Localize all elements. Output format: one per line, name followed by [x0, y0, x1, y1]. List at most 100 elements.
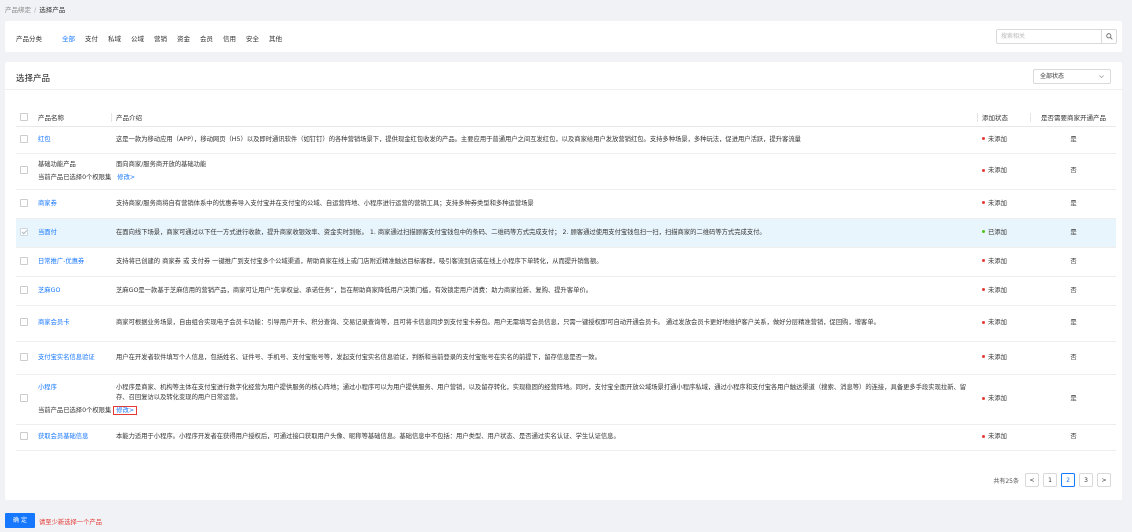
- product-name-link[interactable]: 当面付: [38, 229, 57, 236]
- chevron-down-icon: [1099, 75, 1104, 79]
- edit-permission-link[interactable]: 修改>: [117, 174, 135, 181]
- product-name-link[interactable]: 商家券: [38, 200, 57, 207]
- page-title: 选择产品: [16, 74, 51, 84]
- breadcrumb-parent[interactable]: 产品绑定: [5, 6, 31, 14]
- pagination-page-2[interactable]: 2: [1061, 473, 1075, 487]
- validation-hint: 请至少新选择一个产品: [39, 519, 102, 526]
- merchant-activation: 否: [1031, 247, 1116, 277]
- permission-set-text: 当前产品已选择0个权限集: [38, 406, 112, 414]
- product-name-link[interactable]: 红包: [38, 136, 51, 143]
- row-checkbox[interactable]: [20, 318, 28, 326]
- category-label: 产品分类: [16, 35, 42, 43]
- row-checkbox[interactable]: [20, 285, 28, 294]
- add-status: 未添加: [988, 286, 1007, 294]
- product-intro: 商家可根据业务场景，自由组合实现电子会员卡功能：引导用户开卡、积分查询、交易记录…: [112, 305, 978, 342]
- product-intro: 用户在开发者软件填写个人信息，包括姓名、证件号、手机号、支付宝账号等，发起支付宝…: [112, 341, 978, 375]
- category-marketing[interactable]: 营销: [154, 33, 167, 43]
- product-intro: 芝麻GO是一款基于芝麻信用的营销产品，商家可让用户“先享权益、承诺任务”，旨在帮…: [112, 276, 978, 306]
- table-header-row: 产品名称 产品介绍 添加状态 是否需要商家开通产品: [16, 108, 1116, 127]
- merchant-activation: 否: [1031, 276, 1116, 306]
- row-checkbox[interactable]: [20, 394, 28, 402]
- status-dot: [982, 320, 985, 324]
- breadcrumb: 产品绑定 / 选择产品: [5, 4, 65, 14]
- table-row[interactable]: 基础功能产品 面向商家/服务商开放的基础功能 当前产品已选择0个权限集 修改> 未添…: [16, 153, 1116, 190]
- add-status: 未添加: [988, 199, 1007, 207]
- header-product-name: 产品名称: [34, 108, 112, 127]
- table-row[interactable]: 小程序 小程序是商家、机构等主体在支付宝进行数字化经营为用户提供服务的核心阵地；通…: [16, 374, 1116, 425]
- title-divider: [5, 89, 1122, 90]
- row-checkbox[interactable]: [20, 256, 28, 265]
- add-status: 已添加: [988, 228, 1007, 236]
- product-intro: 本能力适用于小程序。小程序开发者在获得用户授权后，可通过接口获取用户头像、昵称等…: [112, 424, 978, 451]
- pagination-prev-button[interactable]: <: [1025, 473, 1039, 487]
- permission-set-info: 当前产品已选择0个权限集 修改>: [38, 405, 974, 416]
- merchant-activation: 是: [1031, 189, 1116, 219]
- footer-bar: 确 定 请至少新选择一个产品: [0, 510, 1132, 532]
- status-dot: [982, 168, 985, 172]
- merchant-activation: 是: [1031, 305, 1116, 342]
- search-box: [996, 29, 1117, 44]
- product-table: 产品名称 产品介绍 添加状态 是否需要商家开通产品 红包 这是一款为移动应用（A…: [16, 108, 1116, 451]
- row-checkbox[interactable]: [20, 432, 28, 440]
- product-name-link[interactable]: 支付宝实名信息验证: [38, 354, 95, 361]
- table-row[interactable]: 当面付 在面向线下场景，商家可通过以下任一方式进行收款，提升商家收银效率、资金实…: [16, 218, 1116, 248]
- status-dot: [982, 434, 985, 438]
- product-name-link[interactable]: 日常推广-优惠券: [38, 258, 84, 265]
- table-row[interactable]: 商家券 支持商家/服务商将自有营销体系中的优惠券导入支付宝并在支付宝的公域、自运…: [16, 189, 1116, 219]
- row-checkbox[interactable]: [20, 198, 28, 207]
- merchant-activation: 否: [1031, 341, 1116, 375]
- add-status: 未添加: [988, 319, 1007, 326]
- status-dot: [982, 355, 985, 358]
- header-merchant-activation: 是否需要商家开通产品: [1031, 108, 1116, 127]
- add-status: 未添加: [988, 257, 1007, 265]
- add-status: 未添加: [988, 395, 1007, 402]
- search-button[interactable]: [1101, 30, 1116, 43]
- select-all-checkbox[interactable]: [20, 112, 28, 121]
- row-checkbox-checked[interactable]: [20, 227, 28, 236]
- confirm-button[interactable]: 确 定: [5, 513, 35, 528]
- category-membership[interactable]: 会员: [200, 33, 213, 43]
- category-credit[interactable]: 信用: [223, 33, 236, 43]
- status-dot: [982, 201, 985, 204]
- table-row[interactable]: 芝麻GO 芝麻GO是一款基于芝麻信用的营销产品，商家可让用户“先享权益、承诺任务…: [16, 276, 1116, 306]
- row-checkbox[interactable]: [20, 352, 28, 361]
- category-private-domain[interactable]: 私域: [108, 33, 121, 43]
- product-name-link[interactable]: 获取会员基础信息: [38, 433, 88, 440]
- category-security[interactable]: 安全: [246, 33, 259, 43]
- row-checkbox[interactable]: [20, 166, 28, 174]
- category-filter-bar: 产品分类 全部 支付 私域 公域 营销 资金 会员 信用 安全 其他: [5, 21, 1122, 52]
- product-intro: 这是一款为移动应用（APP），移动网页（H5）以及即时通讯软件（如钉钉）的各种营…: [112, 126, 978, 154]
- header-add-status: 添加状态: [978, 108, 1031, 127]
- category-payment[interactable]: 支付: [85, 33, 98, 43]
- product-name-link[interactable]: 芝麻GO: [38, 287, 60, 294]
- add-status: 未添加: [988, 353, 1007, 361]
- merchant-activation: 否: [1031, 153, 1116, 190]
- edit-permission-link[interactable]: 修改>: [113, 405, 138, 415]
- pagination-next-button[interactable]: >: [1097, 473, 1111, 487]
- add-status: 未添加: [988, 167, 1007, 174]
- product-intro: 面向商家/服务商开放的基础功能: [116, 160, 207, 168]
- product-intro: 支持商家/服务商将自有营销体系中的优惠券导入支付宝并在支付宝的公域、自运营阵地、…: [112, 189, 978, 219]
- permission-set-text: 当前产品已选择0个权限集: [38, 173, 112, 181]
- status-dot: [982, 137, 985, 140]
- pagination-page-1[interactable]: 1: [1043, 473, 1057, 487]
- search-input[interactable]: [997, 30, 1101, 43]
- category-other[interactable]: 其他: [269, 33, 282, 43]
- table-row[interactable]: 日常推广-优惠券 支持将已创建的 商家券 或 支付券 一键推广到支付宝多个公域渠…: [16, 247, 1116, 277]
- product-name-link[interactable]: 商家会员卡: [38, 319, 69, 326]
- table-row[interactable]: 红包 这是一款为移动应用（APP），移动网页（H5）以及即时通讯软件（如钉钉）的…: [16, 126, 1116, 154]
- category-funds[interactable]: 资金: [177, 33, 190, 43]
- table-row[interactable]: 商家会员卡 商家可根据业务场景，自由组合实现电子会员卡功能：引导用户开卡、积分查…: [16, 305, 1116, 342]
- product-name-link[interactable]: 小程序: [38, 383, 112, 403]
- status-filter-select[interactable]: 全部状态: [1033, 69, 1111, 84]
- product-intro: 在面向线下场景，商家可通过以下任一方式进行收款，提升商家收银效率、资金实时到账。…: [112, 218, 978, 248]
- table-row[interactable]: 支付宝实名信息验证 用户在开发者软件填写个人信息，包括姓名、证件号、手机号、支付…: [16, 341, 1116, 375]
- status-dot: [982, 396, 985, 400]
- category-public-domain[interactable]: 公域: [131, 33, 144, 43]
- select-all-cell: [16, 108, 34, 127]
- pagination-total: 共有25条: [993, 477, 1019, 485]
- row-checkbox[interactable]: [20, 134, 28, 143]
- category-all[interactable]: 全部: [62, 33, 75, 43]
- pagination-page-3[interactable]: 3: [1079, 473, 1093, 487]
- table-row[interactable]: 获取会员基础信息 本能力适用于小程序。小程序开发者在获得用户授权后，可通过接口获…: [16, 424, 1116, 451]
